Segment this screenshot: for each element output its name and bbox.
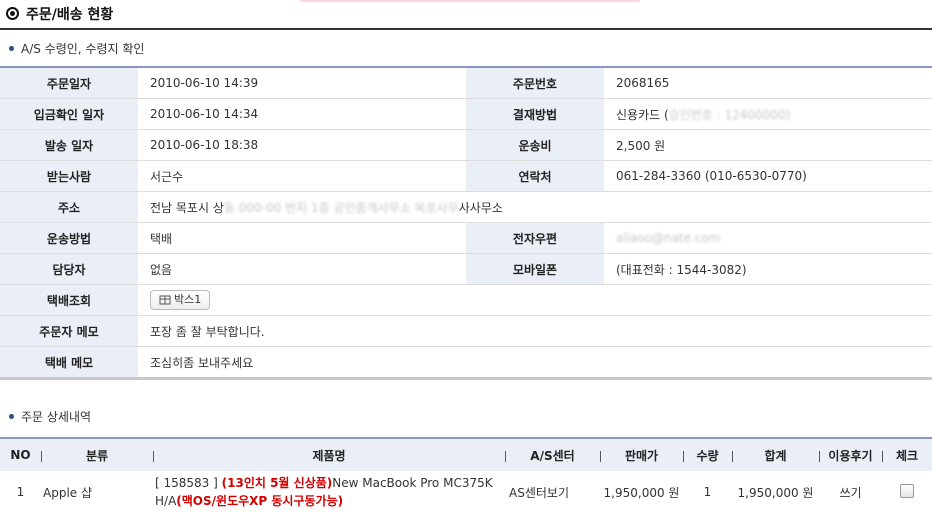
payment-method-cell: 신용카드 (승인번호 : 12400000) [604, 98, 932, 130]
recipient-value: 서근수 [138, 160, 466, 192]
col-price: 판매가 [600, 437, 683, 471]
target-circle-icon [6, 7, 19, 20]
courier-memo-label: 택배 메모 [0, 346, 138, 379]
col-total: 합계 [732, 437, 819, 471]
manager-label: 담당자 [0, 253, 138, 285]
product-promo-1: (13인치 5월 신상품) [221, 476, 333, 490]
ship-date-label: 발송 일자 [0, 129, 138, 161]
info-row: 주소 전남 목포시 상동 000-00 번지 1층 공인중개사무소 목포사무사사… [0, 191, 932, 223]
page-header: 주문/배송 현황 [0, 0, 932, 30]
address-cell: 전남 목포시 상동 000-00 번지 1층 공인중개사무소 목포사무사사무소 [138, 191, 932, 223]
order-no-label: 주문번호 [466, 67, 604, 99]
address-prefix: 전남 목포시 상 [150, 200, 224, 215]
deposit-date-label: 입금확인 일자 [0, 98, 138, 130]
row-product[interactable]: [ 158583 ] (13인치 5월 신상품)New MacBook Pro … [153, 471, 505, 513]
order-no-value: 2068165 [604, 67, 932, 99]
order-date-value: 2010-06-10 14:39 [138, 67, 466, 99]
email-value: aliaoo@nate.com [604, 222, 932, 254]
address-label: 주소 [0, 191, 138, 223]
bullet-icon [9, 46, 14, 51]
payment-method-value: 신용카드 ( [616, 107, 669, 122]
tracking-cell: 박스1 [138, 284, 932, 316]
section-detail-title: 주문 상세내역 [21, 410, 92, 424]
redacted-address: 동 000-00 번지 1층 공인중개사무소 목포사무 [223, 200, 459, 215]
row-total: 1,950,000 원 [737, 485, 814, 500]
row-category: Apple 샵 [43, 485, 93, 500]
email-label: 전자우편 [466, 222, 604, 254]
order-detail-table: NO 분류 제품명 A/S센터 판매가 수량 합계 이용후기 체크 1 Appl… [0, 437, 932, 513]
section-detail-header: 주문 상세내역 [0, 405, 932, 427]
table-row: 1 Apple 샵 [ 158583 ] (13인치 5월 신상품)New Ma… [0, 471, 932, 513]
box-icon [159, 295, 171, 305]
ship-fee-value: 2,500 원 [604, 129, 932, 161]
orderer-memo-label: 주문자 메모 [0, 315, 138, 347]
col-check: 체크 [882, 437, 932, 471]
ship-method-value: 택배 [138, 222, 466, 254]
info-row: 택배조회 박스1 [0, 284, 932, 316]
info-row: 발송 일자 2010-06-10 18:38 운송비 2,500 원 [0, 129, 932, 161]
table-header-row: NO 분류 제품명 A/S센터 판매가 수량 합계 이용후기 체크 [0, 437, 932, 471]
product-code: [ 158583 ] [155, 476, 218, 490]
section-as-header: A/S 수령인, 수령지 확인 [0, 37, 932, 59]
tracking-box-label: 박스1 [174, 293, 202, 306]
col-qty: 수량 [683, 437, 732, 471]
ship-date-value: 2010-06-10 18:38 [138, 129, 466, 161]
tracking-label: 택배조회 [0, 284, 138, 316]
col-product: 제품명 [153, 437, 505, 471]
redacted-approval: 승인번호 : 12400000) [668, 107, 791, 122]
product-name-1: New MacBook Pro MC375K [332, 476, 493, 490]
info-row: 담당자 없음 모바일폰 (대표전화 : 1544-3082) [0, 253, 932, 285]
info-row: 택배 메모 조심히좀 보내주세요 [0, 346, 932, 379]
ship-method-label: 운송방법 [0, 222, 138, 254]
tracking-box-button[interactable]: 박스1 [150, 290, 211, 310]
product-promo-2: (맥OS/윈도우XP 동시구동가능) [176, 494, 344, 508]
orderer-memo-value: 포장 좀 잘 부탁합니다. [150, 324, 265, 339]
col-as-center: A/S센터 [505, 437, 600, 471]
row-review-link[interactable]: 쓰기 [819, 471, 882, 513]
section-as-title: A/S 수령인, 수령지 확인 [21, 42, 145, 56]
row-check-cell [882, 471, 932, 513]
product-name-2: H/A [155, 494, 177, 508]
deposit-date-value: 2010-06-10 14:34 [138, 98, 466, 130]
info-row: 운송방법 택배 전자우편 aliaoo@nate.com [0, 222, 932, 254]
col-no: NO [0, 437, 41, 471]
row-as-center-link[interactable]: AS센터보기 [505, 471, 600, 513]
info-row: 받는사람 서근수 연락처 061-284-3360 (010-6530-0770… [0, 160, 932, 192]
info-row: 주문자 메모 포장 좀 잘 부탁합니다. [0, 315, 932, 347]
row-price: 1,950,000 원 [603, 485, 680, 500]
page-title: 주문/배송 현황 [26, 7, 114, 23]
payment-method-label: 결재방법 [466, 98, 604, 130]
contact-label: 연락처 [466, 160, 604, 192]
row-qty: 1 [703, 485, 712, 499]
row-no: 1 [16, 485, 25, 499]
col-review: 이용후기 [819, 437, 882, 471]
mobile-value: (대표전화 : 1544-3082) [604, 253, 932, 285]
contact-value: 061-284-3360 (010-6530-0770) [604, 160, 932, 192]
info-row: 입금확인 일자 2010-06-10 14:34 결재방법 신용카드 (승인번호… [0, 98, 932, 130]
order-date-label: 주문일자 [0, 67, 138, 99]
address-suffix: 사사무소 [458, 200, 503, 215]
info-row: 주문일자 2010-06-10 14:39 주문번호 2068165 [0, 67, 932, 99]
order-info-table: 주문일자 2010-06-10 14:39 주문번호 2068165 입금확인 … [0, 66, 932, 380]
col-category: 분류 [41, 437, 153, 471]
ship-fee-label: 운송비 [466, 129, 604, 161]
recipient-label: 받는사람 [0, 160, 138, 192]
mobile-label: 모바일폰 [466, 253, 604, 285]
courier-memo-value: 조심히좀 보내주세요 [138, 346, 932, 379]
manager-value: 없음 [138, 253, 466, 285]
bullet-icon [9, 414, 14, 419]
row-checkbox[interactable] [900, 483, 914, 498]
redacted-email: aliaoo@nate.com [616, 231, 721, 245]
